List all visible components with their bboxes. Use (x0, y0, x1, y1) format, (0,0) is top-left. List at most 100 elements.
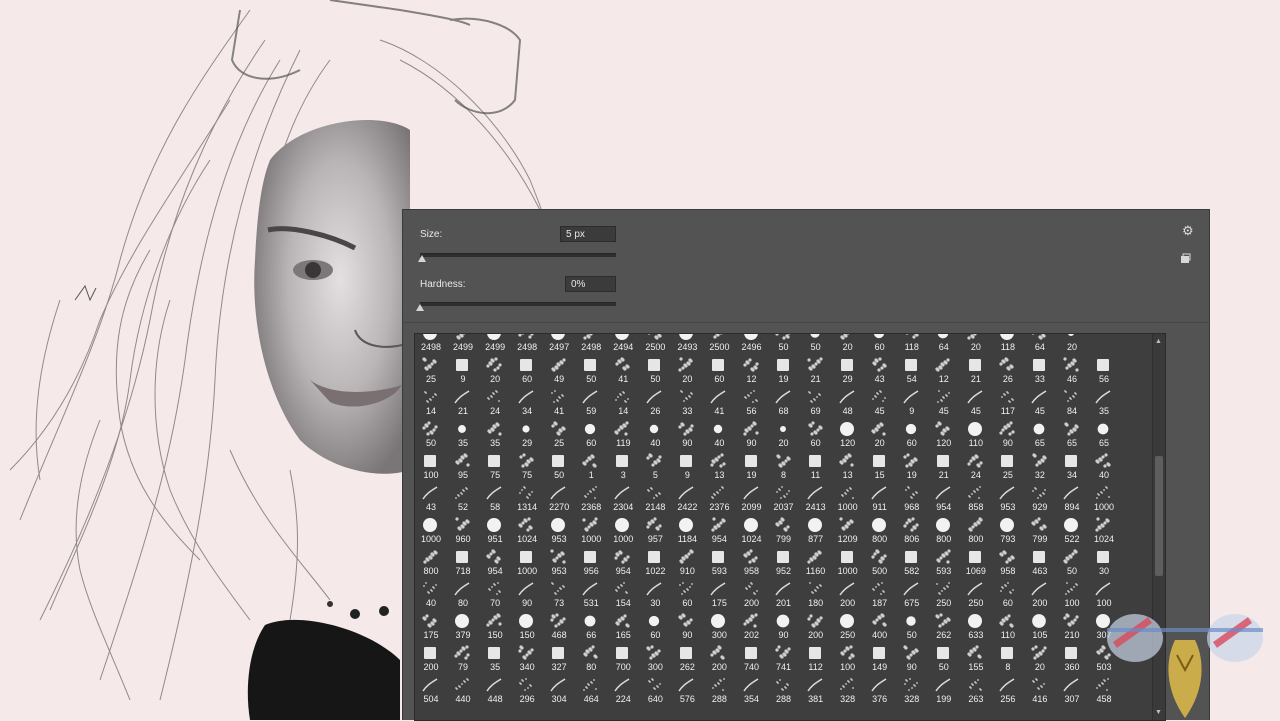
brush-preset[interactable]: 60 (896, 418, 928, 450)
brush-preset[interactable]: 35 (1088, 386, 1120, 418)
brush-preset[interactable]: 250 (960, 578, 992, 610)
brush-preset[interactable]: 79 (447, 642, 479, 674)
brush-preset[interactable]: 1000 (832, 482, 864, 514)
brush-preset[interactable]: 80 (575, 642, 607, 674)
brush-preset[interactable]: 41 (703, 386, 735, 418)
brush-preset[interactable]: 117 (992, 386, 1024, 418)
brush-preset[interactable]: 296 (511, 674, 543, 706)
brush-preset[interactable]: 953 (992, 482, 1024, 514)
brush-preset[interactable]: 165 (607, 610, 639, 642)
brush-preset[interactable]: 30 (639, 578, 671, 610)
brush-preset[interactable]: 1024 (511, 514, 543, 546)
size-field[interactable]: 5 px (560, 226, 616, 242)
brush-preset[interactable]: 2148 (639, 482, 671, 514)
brush-preset[interactable]: 26 (992, 354, 1024, 386)
brush-preset[interactable]: 24 (960, 450, 992, 482)
brush-preset[interactable]: 288 (768, 674, 800, 706)
brush-preset[interactable]: 43 (864, 354, 896, 386)
brush-preset[interactable]: 2493 (671, 334, 703, 354)
brush-preset[interactable]: 32 (1024, 450, 1056, 482)
hardness-slider-thumb[interactable] (416, 304, 424, 311)
brush-preset[interactable]: 50 (575, 354, 607, 386)
brush-preset[interactable]: 340 (511, 642, 543, 674)
brush-preset[interactable]: 199 (928, 674, 960, 706)
brush-preset[interactable]: 3 (607, 450, 639, 482)
brush-preset[interactable]: 19 (768, 354, 800, 386)
brush-preset[interactable]: 155 (960, 642, 992, 674)
brush-preset[interactable]: 224 (607, 674, 639, 706)
brush-preset[interactable]: 24 (479, 386, 511, 418)
brush-preset[interactable]: 58 (479, 482, 511, 514)
brush-preset[interactable]: 307 (1056, 674, 1088, 706)
brush-preset[interactable]: 19 (896, 450, 928, 482)
brush-preset[interactable]: 29 (511, 418, 543, 450)
brush-preset[interactable]: 262 (671, 642, 703, 674)
brush-preset[interactable]: 2500 (639, 334, 671, 354)
brush-preset[interactable]: 65 (1056, 418, 1088, 450)
brush-preset[interactable]: 54 (896, 354, 928, 386)
brush-preset[interactable]: 200 (800, 610, 832, 642)
brush-preset[interactable]: 19 (736, 450, 768, 482)
brush-preset[interactable]: 700 (607, 642, 639, 674)
brush-preset[interactable]: 877 (800, 514, 832, 546)
brush-preset[interactable]: 64 (1024, 334, 1056, 354)
brush-preset[interactable]: 911 (864, 482, 896, 514)
brush-preset[interactable]: 56 (736, 386, 768, 418)
brush-preset[interactable]: 958 (992, 546, 1024, 578)
brush-preset[interactable]: 65 (1024, 418, 1056, 450)
brush-preset[interactable]: 90 (768, 610, 800, 642)
brush-preset[interactable]: 40 (1088, 450, 1120, 482)
brush-preset[interactable]: 21 (960, 354, 992, 386)
brush-preset[interactable]: 957 (639, 514, 671, 546)
brush-preset[interactable]: 100 (415, 450, 447, 482)
brush-preset[interactable]: 304 (543, 674, 575, 706)
brush-preset[interactable]: 2500 (703, 334, 735, 354)
brush-preset[interactable]: 60 (800, 418, 832, 450)
brush-preset[interactable]: 531 (575, 578, 607, 610)
brush-preset[interactable]: 2494 (607, 334, 639, 354)
brush-preset[interactable]: 65 (1088, 418, 1120, 450)
brush-preset[interactable]: 25 (543, 418, 575, 450)
brush-preset[interactable]: 400 (864, 610, 896, 642)
scrollbar-thumb[interactable] (1155, 456, 1163, 576)
brush-preset[interactable]: 60 (864, 334, 896, 354)
brush-preset[interactable]: 9 (896, 386, 928, 418)
brush-preset[interactable]: 327 (543, 642, 575, 674)
brush-preset[interactable]: 35 (479, 642, 511, 674)
brush-preset[interactable]: 200 (736, 578, 768, 610)
brush-preset[interactable]: 522 (1056, 514, 1088, 546)
brush-preset[interactable]: 954 (928, 482, 960, 514)
brush-preset[interactable]: 26 (639, 386, 671, 418)
brush-preset[interactable]: 2499 (479, 334, 511, 354)
brush-preset[interactable]: 118 (896, 334, 928, 354)
brush-preset[interactable]: 84 (1056, 386, 1088, 418)
brush-preset[interactable]: 806 (896, 514, 928, 546)
brush-preset[interactable]: 8 (768, 450, 800, 482)
brush-preset[interactable]: 20 (768, 418, 800, 450)
brush-preset[interactable]: 500 (864, 546, 896, 578)
brush-preset[interactable]: 1024 (1088, 514, 1120, 546)
brush-preset[interactable]: 2376 (703, 482, 735, 514)
brush-preset[interactable]: 200 (832, 578, 864, 610)
brush-preset[interactable]: 262 (928, 610, 960, 642)
brush-preset[interactable]: 50 (1056, 546, 1088, 578)
brush-preset[interactable]: 250 (928, 578, 960, 610)
brush-preset[interactable]: 2304 (607, 482, 639, 514)
brush-preset[interactable]: 954 (703, 514, 735, 546)
brush-preset[interactable]: 48 (832, 386, 864, 418)
brush-preset[interactable]: 1069 (960, 546, 992, 578)
brush-preset[interactable]: 149 (864, 642, 896, 674)
brush-preset[interactable]: 300 (639, 642, 671, 674)
brush-preset[interactable]: 956 (575, 546, 607, 578)
brush-preset[interactable]: 70 (479, 578, 511, 610)
scroll-up-icon[interactable]: ▲ (1155, 338, 1162, 345)
brush-preset[interactable]: 60 (511, 354, 543, 386)
brush-preset[interactable]: 112 (800, 642, 832, 674)
size-slider-track[interactable] (420, 253, 616, 257)
brush-preset[interactable]: 20 (671, 354, 703, 386)
brush-preset[interactable]: 180 (800, 578, 832, 610)
brush-preset[interactable]: 593 (928, 546, 960, 578)
brush-preset[interactable]: 200 (703, 642, 735, 674)
hardness-field[interactable]: 0% (565, 276, 616, 292)
brush-preset[interactable]: 958 (736, 546, 768, 578)
